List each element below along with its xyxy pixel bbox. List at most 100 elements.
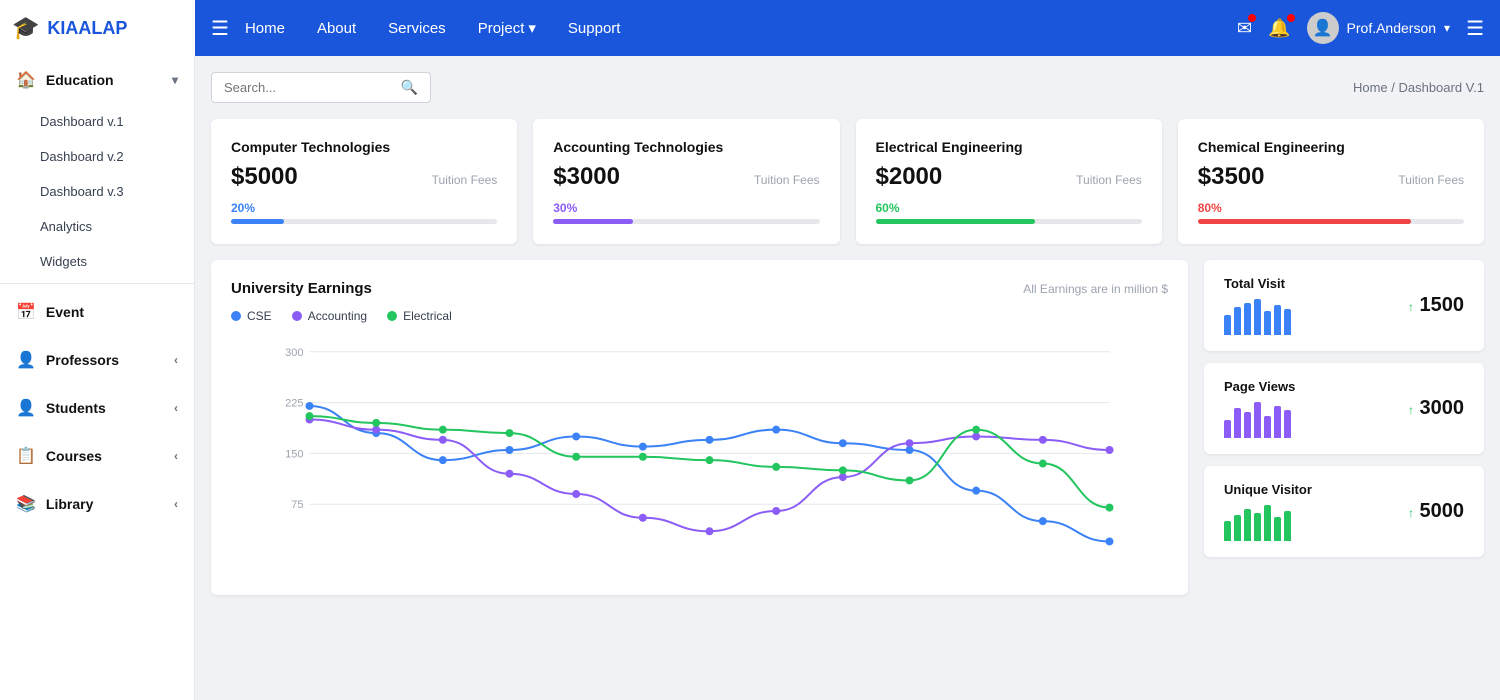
card-title: Accounting Technologies bbox=[553, 139, 819, 155]
search-icon[interactable]: 🔍 bbox=[401, 79, 418, 96]
card-amount: $3500 bbox=[1198, 163, 1265, 191]
widget-bars bbox=[1224, 402, 1295, 438]
sidebar-item-analytics[interactable]: Analytics bbox=[0, 209, 194, 244]
progress-bar-fill bbox=[1198, 219, 1411, 224]
chart-area: 30022515075 bbox=[231, 335, 1168, 575]
username: Prof.Anderson bbox=[1347, 20, 1437, 36]
svg-text:75: 75 bbox=[291, 499, 303, 511]
card-label: Tuition Fees bbox=[1398, 173, 1464, 187]
topnav-menu-icon[interactable]: ☰ bbox=[1466, 16, 1484, 41]
chevron-left-icon4: ‹ bbox=[174, 497, 178, 511]
bar bbox=[1234, 307, 1241, 335]
bell-badge bbox=[1287, 14, 1295, 22]
sidebar-item-library[interactable]: 📚 Library ‹ bbox=[0, 480, 194, 528]
chevron-left-icon3: ‹ bbox=[174, 449, 178, 463]
sidebar-label-professors: Professors bbox=[46, 352, 119, 368]
card-title: Electrical Engineering bbox=[876, 139, 1142, 155]
chevron-left-icon2: ‹ bbox=[174, 401, 178, 415]
bar bbox=[1284, 511, 1291, 541]
widget-left: Page Views bbox=[1224, 379, 1295, 438]
bar bbox=[1264, 505, 1271, 541]
svg-text:300: 300 bbox=[285, 347, 303, 359]
sidebar-item-dashboard-v1[interactable]: Dashboard v.1 bbox=[0, 104, 194, 139]
search-box[interactable]: 🔍 bbox=[211, 72, 431, 103]
widget-bars bbox=[1224, 299, 1291, 335]
right-panel: Total Visit ↑ 1500 Page Views ↑ 3000 Uni… bbox=[1204, 260, 1484, 595]
arrow-icon: ↑ bbox=[1408, 506, 1414, 520]
logo-area[interactable]: 🎓 KIAALAP bbox=[0, 0, 195, 56]
chart-title: University Earnings bbox=[231, 280, 372, 297]
sidebar-item-students[interactable]: 👤 Students ‹ bbox=[0, 384, 194, 432]
chevron-down-icon: ▾ bbox=[528, 19, 536, 37]
main-layout: 🏠 Education ▾ Dashboard v.1 Dashboard v.… bbox=[0, 56, 1500, 700]
nav-project[interactable]: Project ▾ bbox=[478, 19, 536, 37]
nav-support[interactable]: Support bbox=[568, 20, 621, 37]
sidebar-item-dashboard-v2[interactable]: Dashboard v.2 bbox=[0, 139, 194, 174]
progress-bar-fill bbox=[876, 219, 1036, 224]
mail-badge bbox=[1248, 14, 1256, 22]
search-input[interactable] bbox=[224, 80, 393, 95]
sidebar-item-dashboard-v3[interactable]: Dashboard v.3 bbox=[0, 174, 194, 209]
main-content: 🔍 Home / Dashboard V.1 Computer Technolo… bbox=[195, 56, 1500, 700]
bar bbox=[1244, 303, 1251, 335]
legend-label: Accounting bbox=[308, 309, 367, 323]
progress-bar-bg bbox=[1198, 219, 1464, 224]
card-amount-row: $3000 Tuition Fees bbox=[553, 163, 819, 191]
bar bbox=[1254, 513, 1261, 541]
widget-bars bbox=[1224, 505, 1312, 541]
nav-home[interactable]: Home bbox=[245, 20, 285, 37]
progress-pct: 60% bbox=[876, 201, 1142, 215]
bar bbox=[1224, 315, 1231, 335]
nav-about[interactable]: About bbox=[317, 20, 356, 37]
card-amount-row: $3500 Tuition Fees bbox=[1198, 163, 1464, 191]
bar bbox=[1274, 305, 1281, 335]
stat-card-2: Electrical Engineering $2000 Tuition Fee… bbox=[856, 119, 1162, 244]
bar bbox=[1264, 311, 1271, 335]
legend-item-electrical: Electrical bbox=[387, 309, 452, 323]
sidebar-item-courses[interactable]: 📋 Courses ‹ bbox=[0, 432, 194, 480]
chart-header: University Earnings All Earnings are in … bbox=[231, 280, 1168, 297]
bar bbox=[1264, 416, 1271, 438]
stat-widget-page-views: Page Views ↑ 3000 bbox=[1204, 363, 1484, 454]
sidebar-item-education[interactable]: 🏠 Education ▾ bbox=[0, 56, 194, 104]
courses-icon: 📋 bbox=[16, 446, 36, 466]
stat-widget-unique-visitor: Unique Visitor ↑ 5000 bbox=[1204, 466, 1484, 557]
breadcrumb: Home / Dashboard V.1 bbox=[1353, 80, 1484, 95]
progress-bar-bg bbox=[231, 219, 497, 224]
search-row: 🔍 Home / Dashboard V.1 bbox=[211, 72, 1484, 103]
bar bbox=[1234, 408, 1241, 438]
card-amount: $3000 bbox=[553, 163, 620, 191]
nav-right: ✉ 🔔 👤 Prof.Anderson ▾ ☰ bbox=[1237, 12, 1484, 44]
nav-links: Home About Services Project ▾ Support bbox=[245, 19, 1237, 37]
stat-card-3: Chemical Engineering $3500 Tuition Fees … bbox=[1178, 119, 1484, 244]
bell-button[interactable]: 🔔 bbox=[1268, 18, 1290, 39]
legend-item-cse: CSE bbox=[231, 309, 272, 323]
bar bbox=[1254, 299, 1261, 335]
mail-button[interactable]: ✉ bbox=[1237, 18, 1252, 39]
sidebar-label-event: Event bbox=[46, 304, 84, 320]
nav-services[interactable]: Services bbox=[388, 20, 446, 37]
progress-bar-fill bbox=[553, 219, 633, 224]
widget-left: Total Visit bbox=[1224, 276, 1291, 335]
card-label: Tuition Fees bbox=[1076, 173, 1142, 187]
chevron-down-icon: ▾ bbox=[172, 73, 178, 87]
progress-bar-bg bbox=[876, 219, 1142, 224]
sidebar-item-professors[interactable]: 👤 Professors ‹ bbox=[0, 336, 194, 384]
chart-card: University Earnings All Earnings are in … bbox=[211, 260, 1188, 595]
bottom-row: University Earnings All Earnings are in … bbox=[211, 260, 1484, 595]
bar bbox=[1224, 521, 1231, 541]
stat-widget-total-visit: Total Visit ↑ 1500 bbox=[1204, 260, 1484, 351]
legend-dot bbox=[292, 311, 302, 321]
card-label: Tuition Fees bbox=[754, 173, 820, 187]
topnav: 🎓 KIAALAP ☰ Home About Services Project … bbox=[0, 0, 1500, 56]
hamburger-icon[interactable]: ☰ bbox=[211, 16, 229, 41]
sidebar-item-event[interactable]: 📅 Event bbox=[0, 288, 194, 336]
user-area[interactable]: 👤 Prof.Anderson ▾ bbox=[1307, 12, 1451, 44]
card-title: Chemical Engineering bbox=[1198, 139, 1464, 155]
bar bbox=[1234, 515, 1241, 541]
legend-label: Electrical bbox=[403, 309, 452, 323]
arrow-icon: ↑ bbox=[1408, 300, 1414, 314]
card-amount-row: $2000 Tuition Fees bbox=[876, 163, 1142, 191]
sidebar-item-widgets[interactable]: Widgets bbox=[0, 244, 194, 279]
bar bbox=[1254, 402, 1261, 438]
